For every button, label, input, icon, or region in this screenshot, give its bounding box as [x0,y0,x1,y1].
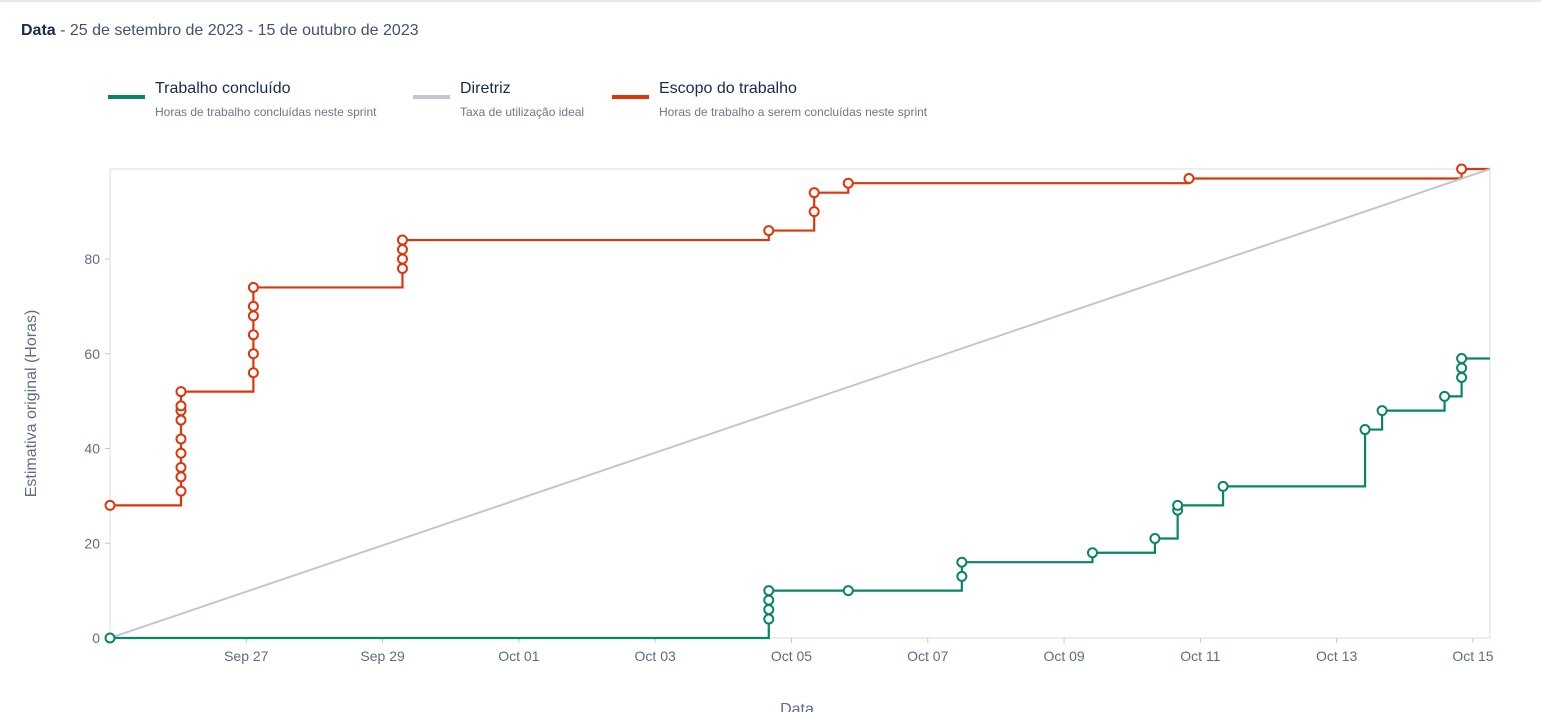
series-completed [104,352,1490,644]
data-point-scope [842,177,854,189]
data-point-completed [763,613,775,625]
series-guideline [109,168,1491,639]
data-point-scope [175,433,187,445]
data-point-scope [247,300,259,312]
date-range-text: - 25 de setembro de 2023 - 15 de outubro… [55,22,419,39]
x-axis-title: Data [780,701,814,712]
data-point-scope [247,310,259,322]
legend-subtitle-guideline: Taxa de utilização ideal [460,105,585,119]
data-point-completed [1456,352,1468,364]
burnup-chart: Sep 27 Sep 29 Oct 01 Oct 03 Oct 05 Oct 07 Oct … [23,163,1494,712]
y-tick-label: 20 [84,535,100,551]
x-tick-label: Sep 27 [224,648,269,664]
data-point-completed [956,556,968,568]
x-tick-label: Oct 13 [1316,648,1357,664]
data-point-completed [763,594,775,606]
data-point-scope [808,187,820,199]
data-point-scope [175,386,187,398]
x-tick-label: Oct 09 [1043,648,1084,664]
data-point-completed [1359,424,1371,436]
y-tick-label: 80 [84,251,100,267]
x-tick-label: Oct 07 [907,648,948,664]
series-line-completed [110,357,1490,640]
data-point-completed [842,585,854,597]
x-tick-label: Oct 01 [498,648,539,664]
data-point-scope [175,447,187,459]
data-point-completed [1086,547,1098,559]
date-label: Data [21,22,56,39]
data-point-completed [1439,390,1451,402]
data-point-scope [808,206,820,218]
data-point-completed [1217,480,1229,492]
data-point-scope [1456,163,1468,175]
series-line-guideline [109,168,1491,639]
series-line-scope [110,167,1490,507]
data-point-scope [175,414,187,426]
chart-legend: Trabalho concluído Horas de trabalho con… [0,80,1000,130]
data-point-completed [1456,362,1468,374]
x-tick-label: Sep 29 [360,648,405,664]
legend-swatch-guideline [413,95,450,99]
data-point-scope [247,329,259,341]
series-scope [104,163,1490,511]
data-point-scope [175,400,187,412]
legend-subtitle-scope: Horas de trabalho a serem concluídas nes… [659,105,928,119]
legend-title-guideline: Diretriz [460,80,511,97]
data-point-scope [763,225,775,237]
legend-swatch-completed [108,95,145,99]
data-point-scope [104,499,116,511]
data-point-completed [956,570,968,582]
x-tick-label: Oct 05 [771,648,812,664]
x-tick-label: Oct 03 [635,648,676,664]
data-point-scope [396,244,408,256]
y-axis-title: Estimativa original (Horas) [23,310,40,498]
data-point-completed [1456,371,1468,383]
data-point-scope [396,234,408,246]
data-point-scope [175,461,187,473]
data-point-scope [1183,172,1195,184]
legend-title-completed: Trabalho concluído [155,80,291,97]
data-point-completed [1376,405,1388,417]
data-point-scope [396,262,408,274]
data-point-scope [247,367,259,379]
data-point-scope [175,485,187,497]
top-divider [0,0,1541,2]
data-point-scope [396,253,408,265]
legend-subtitle-completed: Horas de trabalho concluídas neste sprin… [155,105,377,119]
y-tick-label: 0 [92,630,100,646]
data-point-scope [247,281,259,293]
x-tick-label: Oct 15 [1452,648,1493,664]
legend-title-scope: Escopo do trabalho [659,80,797,97]
legend-swatch-scope [612,95,649,99]
data-point-completed [763,604,775,616]
y-tick-label: 60 [84,346,100,362]
data-point-completed [1172,499,1184,511]
data-point-completed [763,585,775,597]
data-point-completed [1149,533,1161,545]
x-tick-label: Oct 11 [1180,648,1220,664]
date-range-header: Data - 25 de setembro de 2023 - 15 de ou… [21,22,419,40]
data-point-scope [247,348,259,360]
y-tick-label: 40 [84,441,100,457]
data-point-scope [175,471,187,483]
data-point-completed [104,632,116,644]
